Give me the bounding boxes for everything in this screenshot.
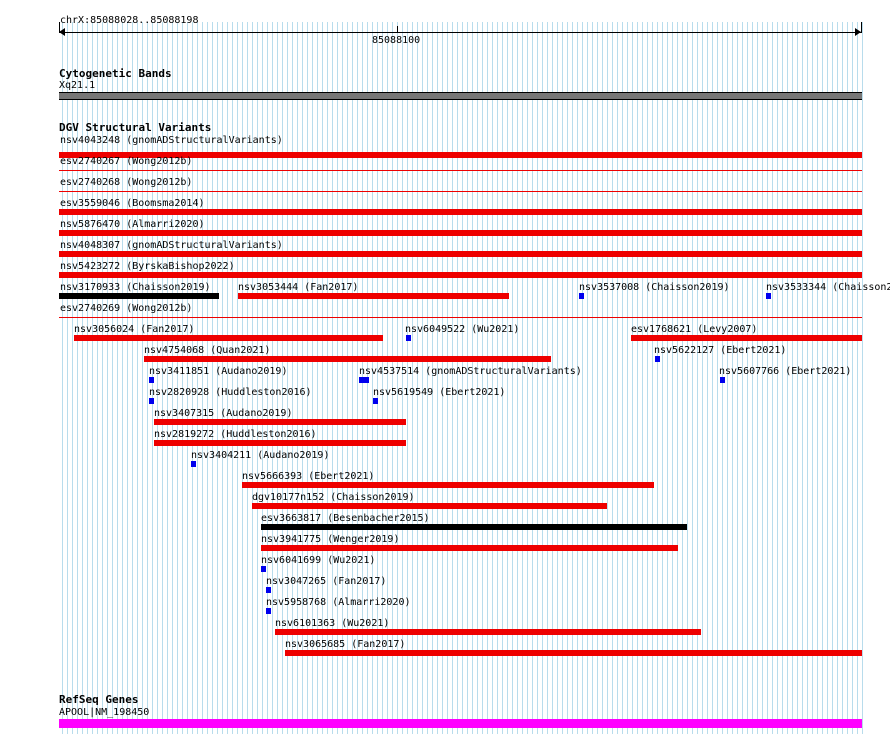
dgv-feature-bar[interactable] (261, 566, 266, 572)
dgv-feature-label[interactable]: nsv4537514 (gnomADStructuralVariants) (359, 366, 582, 377)
dgv-feature-label[interactable]: nsv3533344 (Chaisson2 (766, 282, 890, 293)
dgv-feature-label[interactable]: nsv6049522 (Wu2021) (405, 324, 519, 335)
dgv-feature-bar[interactable] (59, 230, 862, 236)
dgv-feature-label[interactable]: nsv5622127 (Ebert2021) (654, 345, 786, 356)
genome-browser-image: chrX:85088028..85088198 85088100 Cytogen… (0, 0, 890, 734)
dgv-feature-label[interactable]: esv3663817 (Besenbacher2015) (261, 513, 430, 524)
dgv-feature-bar[interactable] (631, 335, 862, 341)
ruler-axis-line (59, 32, 862, 33)
refseq-gene-bar[interactable] (59, 719, 862, 728)
dgv-feature-label[interactable]: nsv3411851 (Audano2019) (149, 366, 287, 377)
refseq-gene-label[interactable]: APOOL|NM_198450 (59, 707, 149, 718)
dgv-feature-bar[interactable] (59, 272, 862, 278)
dgv-feature-label[interactable]: nsv3053444 (Fan2017) (238, 282, 358, 293)
dgv-feature-label[interactable]: nsv3056024 (Fan2017) (74, 324, 194, 335)
dgv-feature-bar[interactable] (655, 356, 660, 362)
dgv-feature-bar[interactable] (59, 293, 219, 299)
dgv-feature-label[interactable]: dgv10177n152 (Chaisson2019) (252, 492, 415, 503)
dgv-feature-bar[interactable] (275, 629, 701, 635)
dgv-feature-bar[interactable] (149, 377, 154, 383)
dgv-feature-label[interactable]: nsv4048307 (gnomADStructuralVariants) (60, 240, 283, 251)
position-label: chrX:85088028..85088198 (60, 15, 199, 26)
dgv-feature-label[interactable]: nsv4754068 (Quan2021) (144, 345, 270, 356)
dgv-feature-label[interactable]: nsv3170933 (Chaisson2019) (60, 282, 211, 293)
cytoband-track-title[interactable]: Cytogenetic Bands (59, 68, 172, 80)
dgv-feature-label[interactable]: nsv5958768 (Almarri2020) (266, 597, 411, 608)
dgv-feature-label[interactable]: nsv3404211 (Audano2019) (191, 450, 329, 461)
dgv-feature-label[interactable]: nsv6101363 (Wu2021) (275, 618, 389, 629)
ruler-right-arrow-icon (855, 28, 861, 36)
dgv-feature-label[interactable]: nsv3407315 (Audano2019) (154, 408, 292, 419)
dgv-feature-label[interactable]: nsv6041699 (Wu2021) (261, 555, 375, 566)
dgv-feature-label[interactable]: esv2740269 (Wong2012b) (60, 303, 192, 314)
dgv-feature-label[interactable]: nsv3941775 (Wenger2019) (261, 534, 399, 545)
dgv-feature-label[interactable]: nsv5876470 (Almarri2020) (60, 219, 205, 230)
dgv-feature-bar[interactable] (359, 377, 369, 383)
dgv-track-title[interactable]: DGV Structural Variants (59, 122, 211, 134)
dgv-feature-bar[interactable] (261, 545, 678, 551)
dgv-feature-bar[interactable] (252, 503, 607, 509)
dgv-feature-bar[interactable] (238, 293, 509, 299)
dgv-feature-label[interactable]: esv1768621 (Levy2007) (631, 324, 757, 335)
dgv-feature-bar[interactable] (766, 293, 771, 299)
row-separator (59, 191, 862, 192)
dgv-feature-label[interactable]: nsv2819272 (Huddleston2016) (154, 429, 317, 440)
dgv-feature-label[interactable]: nsv5666393 (Ebert2021) (242, 471, 374, 482)
dgv-feature-bar[interactable] (266, 587, 271, 593)
ruler-left-arrow-icon (59, 28, 65, 36)
dgv-feature-bar[interactable] (59, 251, 862, 257)
refseq-track-title[interactable]: RefSeq Genes (59, 694, 138, 706)
dgv-feature-label[interactable]: esv2740268 (Wong2012b) (60, 177, 192, 188)
dgv-feature-label[interactable]: esv3559046 (Boomsma2014) (60, 198, 205, 209)
ruler-tick-label: 85088100 (372, 35, 421, 46)
dgv-feature-bar[interactable] (191, 461, 196, 467)
dgv-feature-bar[interactable] (144, 356, 551, 362)
dgv-feature-bar[interactable] (720, 377, 725, 383)
cytoband-label: Xq21.1 (59, 80, 96, 91)
dgv-feature-label[interactable]: nsv5607766 (Ebert2021) (719, 366, 851, 377)
dgv-feature-bar[interactable] (285, 650, 862, 656)
dgv-feature-bar[interactable] (154, 440, 406, 446)
dgv-feature-bar[interactable] (74, 335, 383, 341)
ruler-major-tick (397, 26, 398, 33)
cytoband-bar[interactable] (59, 92, 862, 100)
dgv-feature-bar[interactable] (149, 398, 154, 404)
dgv-feature-bar[interactable] (154, 419, 406, 425)
dgv-feature-bar[interactable] (406, 335, 411, 341)
dgv-feature-label[interactable]: nsv2820928 (Huddleston2016) (149, 387, 312, 398)
dgv-feature-label[interactable]: nsv3065685 (Fan2017) (285, 639, 405, 650)
dgv-feature-label[interactable]: nsv3047265 (Fan2017) (266, 576, 386, 587)
dgv-feature-label[interactable]: nsv5423272 (ByrskaBishop2022) (60, 261, 235, 272)
dgv-feature-bar[interactable] (59, 209, 862, 215)
dgv-feature-bar[interactable] (373, 398, 378, 404)
dgv-feature-label[interactable]: esv2740267 (Wong2012b) (60, 156, 192, 167)
dgv-feature-label[interactable]: nsv5619549 (Ebert2021) (373, 387, 505, 398)
row-separator (59, 317, 862, 318)
dgv-feature-bar[interactable] (266, 608, 271, 614)
dgv-feature-bar[interactable] (261, 524, 687, 530)
dgv-feature-label[interactable]: nsv4043248 (gnomADStructuralVariants) (60, 135, 283, 146)
dgv-feature-label[interactable]: nsv3537008 (Chaisson2019) (579, 282, 730, 293)
dgv-feature-bar[interactable] (579, 293, 584, 299)
row-separator (59, 170, 862, 171)
dgv-feature-bar[interactable] (242, 482, 654, 488)
